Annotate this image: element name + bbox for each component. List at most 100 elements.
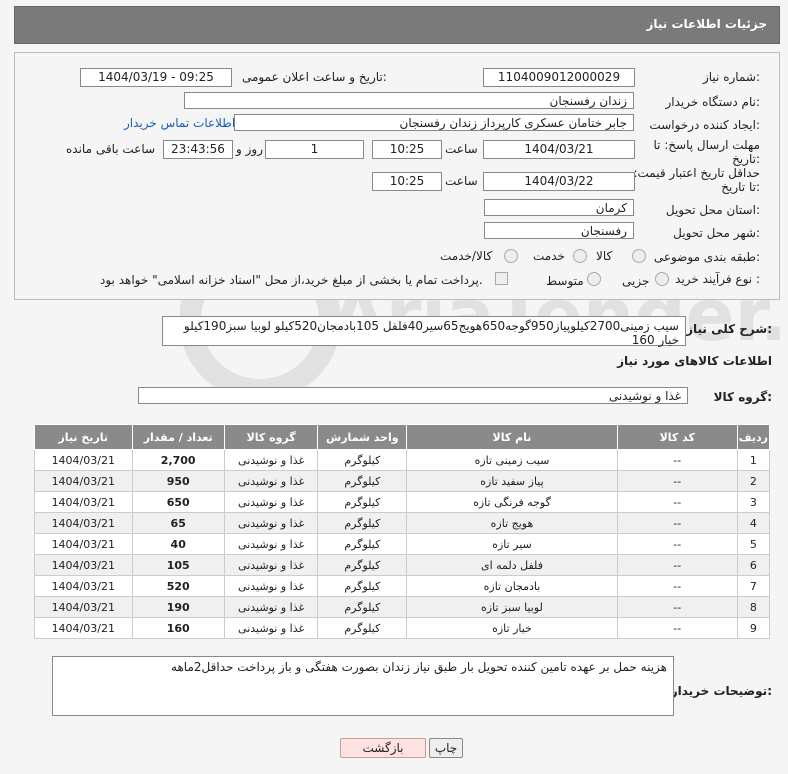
validity-date-field: 1404/03/22 — [483, 172, 635, 191]
cell-need-date: 1404/03/21 — [34, 512, 133, 534]
table-row: 1404/03/21 105 غذا و نوشیدنی کیلوگرم فلفل دل… — [34, 554, 771, 576]
cell-goods-name: بادمجان تازه — [406, 575, 618, 597]
cell-row: 8 — [736, 596, 771, 618]
cell-quantity: 650 — [131, 491, 225, 513]
description-label: شرح کلی نیاز: — [686, 322, 772, 336]
province-label: استان محل تحویل: — [665, 203, 760, 217]
deadline-date-field: 1404/03/21 — [483, 140, 635, 159]
contact-info-link[interactable]: اطلاعات تماس خریدار — [124, 116, 235, 130]
cell-goods-name: سیب زمینی تازه — [406, 449, 618, 471]
table-row: 1404/03/21 65 غذا و نوشیدنی کیلوگرم هویج تاز… — [34, 512, 771, 534]
goods-group-label: گروه کالا: — [713, 390, 772, 404]
cell-goods-group: غذا و نوشیدنی — [223, 575, 319, 597]
cell-goods-code: -- — [616, 533, 738, 555]
cell-row: 4 — [736, 512, 771, 534]
city-field: رفسنجان — [484, 222, 634, 239]
back-button[interactable]: بازگشت — [340, 738, 426, 758]
process-minor-label: جزیی — [622, 274, 650, 288]
cell-goods-group: غذا و نوشیدنی — [223, 470, 319, 492]
cell-goods-code: -- — [616, 491, 738, 513]
process-minor-radio[interactable] — [655, 272, 669, 286]
page-header: جزئیات اطلاعات نیاز — [14, 6, 780, 44]
cell-goods-name: هویج تازه — [406, 512, 618, 534]
cell-row: 3 — [736, 491, 771, 513]
cell-unit: کیلوگرم — [317, 470, 408, 492]
cell-row: 5 — [736, 533, 771, 555]
category-label: طبقه بندی موضوعی: — [653, 250, 760, 264]
deadline-label: مهلت ارسال پاسخ: تا تاریخ: — [653, 138, 760, 166]
category-goods-label: کالا — [596, 249, 613, 263]
cell-goods-code: -- — [616, 596, 738, 618]
table-row: 1404/03/21 950 غذا و نوشیدنی کیلوگرم پیاز سف… — [34, 470, 771, 492]
col-goods-name: نام کالا — [406, 424, 618, 450]
province-field: کرمان — [484, 199, 634, 216]
col-unit: واحد شمارش — [317, 424, 408, 450]
city-label: شهر محل تحویل: — [673, 226, 760, 240]
col-need-date: تاریخ نیاز — [34, 424, 133, 450]
goods-group-field: غذا و نوشیدنی — [138, 387, 688, 404]
cell-goods-code: -- — [616, 470, 738, 492]
need-number-label: شماره نیاز: — [702, 70, 760, 84]
validity-time-label: ساعت — [445, 174, 478, 188]
cell-goods-code: -- — [616, 512, 738, 534]
col-goods-group: گروه کالا — [223, 424, 319, 450]
cell-goods-name: فلفل دلمه ای — [406, 554, 618, 576]
category-both-radio[interactable] — [504, 249, 518, 263]
process-medium-label: متوسط — [546, 274, 584, 288]
cell-goods-group: غذا و نوشیدنی — [223, 512, 319, 534]
need-number-field: 1104009012000029 — [483, 68, 635, 87]
announce-field: 1404/03/19 - 09:25 — [80, 68, 232, 87]
cell-need-date: 1404/03/21 — [34, 449, 133, 471]
cell-need-date: 1404/03/21 — [34, 617, 133, 639]
cell-goods-group: غذا و نوشیدنی — [223, 449, 319, 471]
remaining-time-field: 23:43:56 — [163, 140, 233, 159]
cell-goods-code: -- — [616, 554, 738, 576]
col-quantity: تعداد / مقدار — [131, 424, 225, 450]
print-button[interactable]: چاپ — [429, 738, 463, 758]
cell-goods-code: -- — [616, 617, 738, 639]
items-table: تاریخ نیاز تعداد / مقدار گروه کالا واحد … — [34, 424, 771, 639]
table-header-row: تاریخ نیاز تعداد / مقدار گروه کالا واحد … — [34, 424, 771, 450]
cell-goods-name: سیر تازه — [406, 533, 618, 555]
cell-unit: کیلوگرم — [317, 449, 408, 471]
cell-row: 2 — [736, 470, 771, 492]
cell-row: 9 — [736, 617, 771, 639]
deadline-time-field: 10:25 — [372, 140, 442, 159]
goods-info-title: اطلاعات کالاهای مورد نیاز — [617, 354, 772, 368]
cell-need-date: 1404/03/21 — [34, 533, 133, 555]
price-validity-label: حداقل تاریخ اعتبار قیمت: تا تاریخ: — [633, 166, 760, 194]
cell-unit: کیلوگرم — [317, 512, 408, 534]
table-row: 1404/03/21 160 غذا و نوشیدنی کیلوگرم خیار تا… — [34, 617, 771, 639]
treasury-checkbox[interactable] — [495, 272, 508, 285]
category-service-radio[interactable] — [573, 249, 587, 263]
creator-field: جابر ختامان عسکری کارپرداز زندان رفسنجان — [234, 114, 634, 131]
cell-goods-group: غذا و نوشیدنی — [223, 533, 319, 555]
cell-goods-group: غذا و نوشیدنی — [223, 554, 319, 576]
cell-goods-code: -- — [616, 449, 738, 471]
cell-row: 6 — [736, 554, 771, 576]
cell-quantity: 950 — [131, 470, 225, 492]
cell-row: 7 — [736, 575, 771, 597]
cell-goods-name: لوبیا سبز تازه — [406, 596, 618, 618]
announce-label: تاریخ و ساعت اعلان عمومی: — [242, 70, 387, 84]
process-label: نوع فرآیند خرید : — [675, 272, 760, 286]
col-goods-code: کد کالا — [616, 424, 738, 450]
cell-goods-group: غذا و نوشیدنی — [223, 617, 319, 639]
buyer-notes-text: هزینه حمل بر عهده تامین کننده تحویل بار … — [52, 656, 674, 716]
cell-unit: کیلوگرم — [317, 491, 408, 513]
category-both-label: کالا/خدمت — [440, 249, 493, 263]
table-row: 1404/03/21 520 غذا و نوشیدنی کیلوگرم بادمجان… — [34, 575, 771, 597]
cell-unit: کیلوگرم — [317, 554, 408, 576]
cell-unit: کیلوگرم — [317, 575, 408, 597]
cell-goods-group: غذا و نوشیدنی — [223, 596, 319, 618]
cell-quantity: 2,700 — [131, 449, 225, 471]
table-row: 1404/03/21 190 غذا و نوشیدنی کیلوگرم لوبیا س… — [34, 596, 771, 618]
buyer-org-field: زندان رفسنجان — [184, 92, 634, 109]
validity-time-field: 10:25 — [372, 172, 442, 191]
creator-label: ایجاد کننده درخواست: — [649, 118, 760, 132]
process-medium-radio[interactable] — [587, 272, 601, 286]
cell-need-date: 1404/03/21 — [34, 575, 133, 597]
cell-goods-name: پیاز سفید تازه — [406, 470, 618, 492]
category-goods-radio[interactable] — [632, 249, 646, 263]
days-label: روز و — [236, 142, 263, 156]
